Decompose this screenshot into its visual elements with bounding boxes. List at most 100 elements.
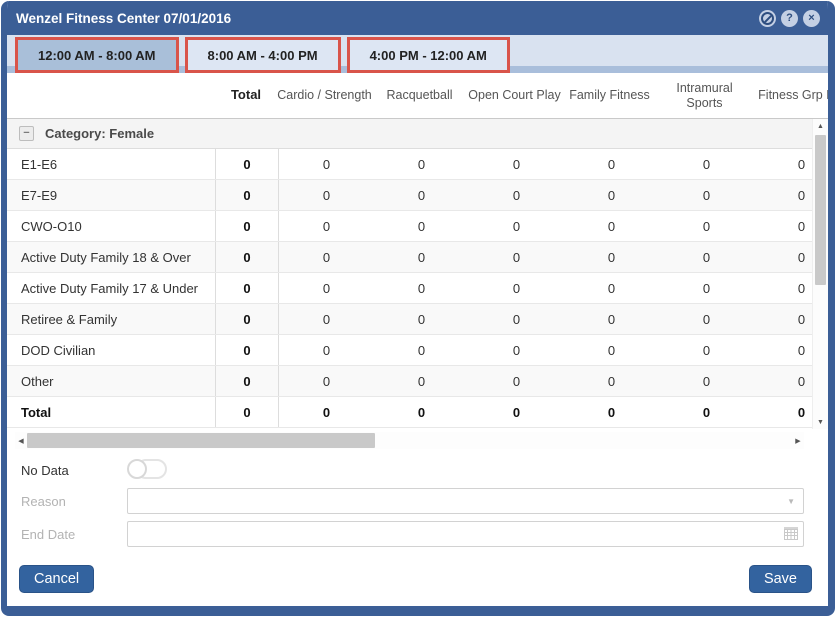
row-label: Active Duty Family 17 & Under (7, 273, 215, 303)
vertical-scrollbar[interactable]: ▲ ▼ (812, 119, 828, 429)
count-cell[interactable]: 0 (279, 149, 374, 179)
count-cell[interactable]: 0 (469, 211, 564, 241)
count-cell: 0 (469, 397, 564, 427)
chevron-down-icon: ▼ (787, 497, 795, 506)
total-cell: 0 (215, 304, 279, 334)
titlebar-icons: ? × (759, 10, 828, 27)
scroll-up-icon[interactable]: ▲ (813, 119, 828, 133)
count-cell[interactable]: 0 (659, 180, 754, 210)
category-group-header: − Category: Female (7, 119, 813, 149)
count-cell[interactable]: 0 (374, 335, 469, 365)
row-label: CWO-O10 (7, 211, 215, 241)
count-cell[interactable]: 0 (469, 304, 564, 334)
time-period-tabbar: 12:00 AM - 8:00 AM8:00 AM - 4:00 PM4:00 … (7, 35, 828, 73)
vertical-scrollbar-thumb[interactable] (815, 135, 826, 285)
help-icon[interactable]: ? (781, 10, 798, 27)
table-row: Other0000000 (7, 366, 813, 397)
schedule-usage-dialog: Wenzel Fitness Center 07/01/2016 ? × 12:… (1, 1, 835, 616)
tab-time-period-1[interactable]: 12:00 AM - 8:00 AM (15, 37, 179, 73)
count-cell[interactable]: 0 (659, 242, 754, 272)
count-cell[interactable]: 0 (564, 180, 659, 210)
total-cell: 0 (215, 211, 279, 241)
column-header: Intramural Sports (657, 81, 752, 110)
count-cell[interactable]: 0 (374, 211, 469, 241)
count-cell[interactable]: 0 (279, 211, 374, 241)
count-cell[interactable]: 0 (659, 335, 754, 365)
no-data-toggle[interactable] (127, 459, 169, 481)
calendar-icon (784, 527, 798, 545)
count-cell[interactable]: 0 (279, 366, 374, 396)
count-cell[interactable]: 0 (469, 242, 564, 272)
count-cell: 0 (659, 397, 754, 427)
save-button[interactable]: Save (749, 565, 812, 593)
no-data-row: No Data (21, 459, 804, 481)
row-label: DOD Civilian (7, 335, 215, 365)
count-cell[interactable]: 0 (279, 273, 374, 303)
ban-glyph (761, 12, 774, 25)
table-row: Active Duty Family 17 & Under0000000 (7, 273, 813, 304)
collapse-group-icon[interactable]: − (19, 126, 34, 141)
row-label: E1-E6 (7, 149, 215, 179)
count-cell[interactable]: 0 (279, 180, 374, 210)
end-date-label: End Date (21, 527, 127, 542)
count-cell[interactable]: 0 (564, 211, 659, 241)
total-cell: 0 (215, 149, 279, 179)
count-cell[interactable]: 0 (374, 149, 469, 179)
table-body: − Category: Female E1-E60000000E7-E90000… (7, 119, 828, 429)
category-group-label: Category: Female (45, 126, 154, 141)
dialog-footer: Cancel Save (7, 565, 828, 606)
scroll-left-icon[interactable]: ◀ (15, 432, 27, 449)
disable-icon[interactable] (759, 10, 776, 27)
end-date-field[interactable] (127, 521, 804, 547)
total-cell: 0 (215, 366, 279, 396)
column-header: Total (215, 88, 277, 103)
count-cell[interactable]: 0 (659, 149, 754, 179)
scroll-right-icon[interactable]: ▶ (792, 432, 804, 449)
table-header-row: TotalCardio / StrengthRacquetballOpen Co… (7, 73, 828, 119)
count-cell[interactable]: 0 (659, 366, 754, 396)
tab-time-period-2[interactable]: 8:00 AM - 4:00 PM (185, 37, 341, 73)
count-cell[interactable]: 0 (564, 242, 659, 272)
count-cell[interactable]: 0 (469, 273, 564, 303)
cancel-button[interactable]: Cancel (19, 565, 94, 593)
count-cell[interactable]: 0 (564, 304, 659, 334)
count-cell[interactable]: 0 (564, 273, 659, 303)
column-header: Racquetball (372, 88, 467, 102)
count-cell: 0 (374, 397, 469, 427)
count-cell[interactable]: 0 (279, 242, 374, 272)
count-cell[interactable]: 0 (469, 366, 564, 396)
scroll-down-icon[interactable]: ▼ (813, 415, 828, 429)
reason-label: Reason (21, 494, 127, 509)
count-cell: 0 (279, 397, 374, 427)
end-date-row: End Date (21, 521, 804, 547)
count-cell[interactable]: 0 (564, 366, 659, 396)
column-header: Open Court Play (467, 88, 562, 102)
count-cell[interactable]: 0 (659, 273, 754, 303)
horizontal-scrollbar[interactable]: ◀ ▶ (15, 432, 804, 449)
tab-time-period-3[interactable]: 4:00 PM - 12:00 AM (347, 37, 510, 73)
count-cell[interactable]: 0 (279, 304, 374, 334)
row-label: Total (7, 397, 215, 427)
column-header: Family Fitness (562, 88, 657, 102)
count-cell[interactable]: 0 (374, 273, 469, 303)
count-cell[interactable]: 0 (469, 149, 564, 179)
count-cell[interactable]: 0 (564, 335, 659, 365)
count-cell[interactable]: 0 (659, 211, 754, 241)
count-cell[interactable]: 0 (659, 304, 754, 334)
count-cell[interactable]: 0 (469, 335, 564, 365)
row-label: Active Duty Family 18 & Over (7, 242, 215, 272)
horizontal-scrollbar-thumb[interactable] (27, 433, 375, 448)
count-cell[interactable]: 0 (279, 335, 374, 365)
count-cell[interactable]: 0 (374, 242, 469, 272)
count-cell[interactable]: 0 (374, 304, 469, 334)
count-cell[interactable]: 0 (374, 180, 469, 210)
close-icon[interactable]: × (803, 10, 820, 27)
count-cell[interactable]: 0 (564, 149, 659, 179)
count-cell[interactable]: 0 (469, 180, 564, 210)
total-cell: 0 (215, 335, 279, 365)
total-cell: 0 (215, 273, 279, 303)
reason-dropdown[interactable]: ▼ (127, 488, 804, 514)
count-cell: 0 (564, 397, 659, 427)
dialog-titlebar: Wenzel Fitness Center 07/01/2016 ? × (7, 1, 828, 35)
count-cell[interactable]: 0 (374, 366, 469, 396)
